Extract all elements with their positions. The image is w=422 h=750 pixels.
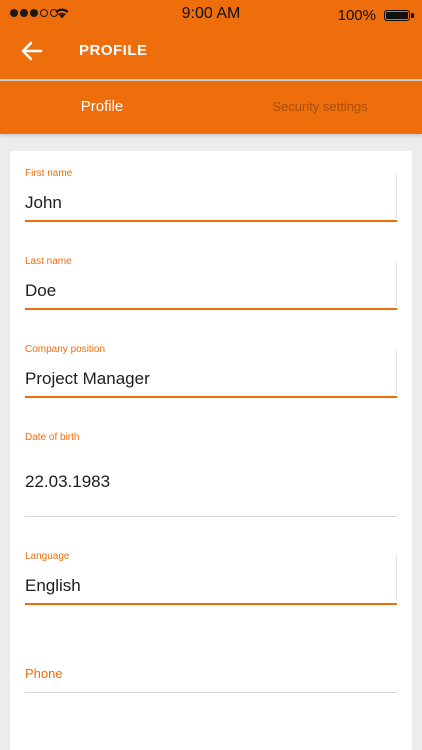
arrow-left-icon (21, 41, 43, 61)
battery-icon (384, 10, 410, 21)
status-bar: 9:00 AM 100% (0, 0, 422, 30)
last-name-underline (25, 308, 397, 310)
tab-security-settings[interactable]: Security settings (218, 81, 422, 134)
battery-fill (386, 12, 408, 19)
phone-underline (25, 692, 397, 693)
phone-field[interactable]: Phone (25, 666, 397, 694)
last-name-input[interactable]: Doe (25, 281, 56, 301)
back-button[interactable] (20, 40, 44, 62)
battery-percentage: 100% (337, 7, 376, 24)
tab-profile[interactable]: Profile (0, 81, 204, 134)
battery-tip (411, 13, 414, 18)
first-name-underline (25, 220, 397, 222)
language-underline (25, 603, 397, 605)
company-position-field[interactable]: Company position Project Manager (25, 344, 397, 399)
company-position-underline (25, 396, 397, 398)
first-name-field[interactable]: First name John (25, 168, 397, 223)
phone-label: Phone (25, 666, 63, 681)
app-header: 9:00 AM 100% PROFILE (0, 0, 422, 79)
company-position-input[interactable]: Project Manager (25, 369, 150, 389)
date-of-birth-underline (25, 516, 397, 517)
language-select[interactable]: English (25, 576, 81, 596)
page-title: PROFILE (79, 42, 148, 59)
first-name-input[interactable]: John (25, 193, 62, 213)
company-position-label: Company position (25, 344, 106, 355)
first-name-label: First name (25, 168, 73, 179)
date-of-birth-label: Date of birth (25, 432, 80, 443)
tab-bar: Profile Security settings (0, 81, 422, 134)
last-name-field[interactable]: Last name Doe (25, 256, 397, 311)
language-label: Language (25, 551, 70, 562)
app-screen: 9:00 AM 100% PROFILE Profile Security se… (0, 0, 422, 750)
profile-form-card: First name John Last name Doe Company po… (10, 151, 412, 750)
last-name-label: Last name (25, 256, 72, 267)
date-of-birth-field[interactable]: Date of birth 22.03.1983 (25, 432, 397, 518)
language-field[interactable]: Language English (25, 551, 397, 606)
date-of-birth-input[interactable]: 22.03.1983 (25, 472, 110, 492)
